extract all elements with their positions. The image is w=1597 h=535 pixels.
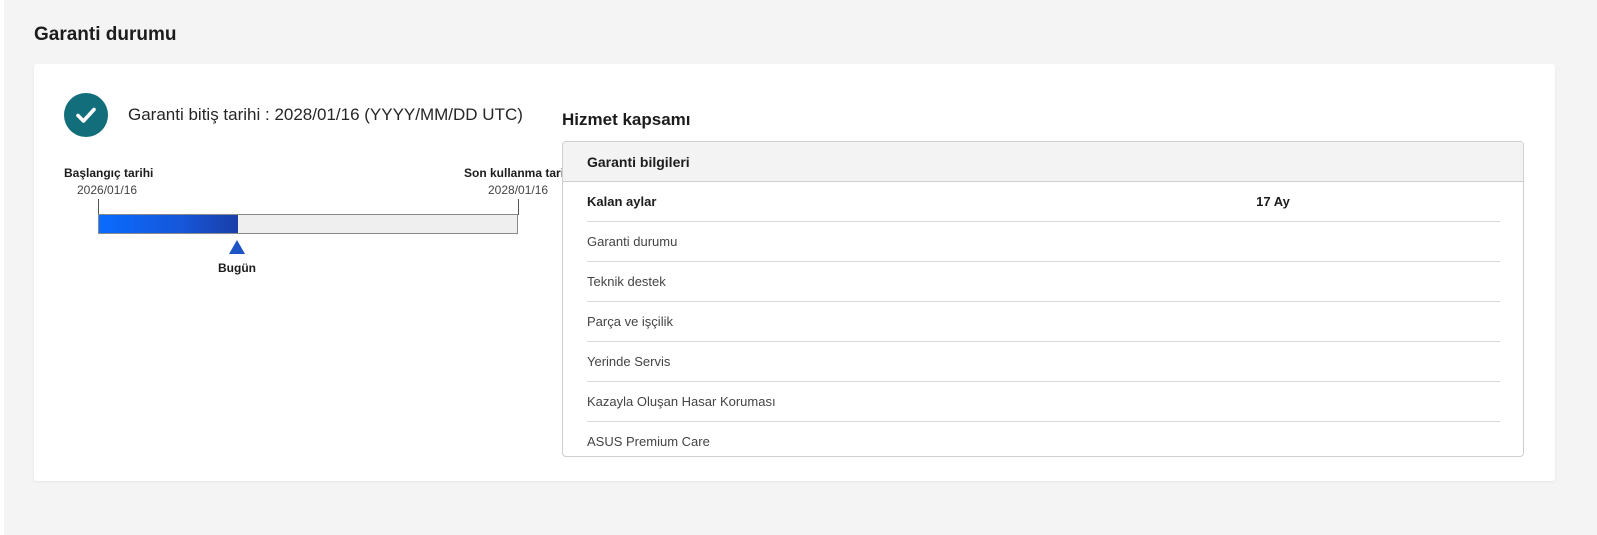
today-marker-icon (229, 240, 245, 254)
coverage-row: Kazayla Oluşan Hasar Koruması (587, 382, 1500, 422)
start-tick (98, 199, 99, 215)
end-date-label: Son kullanma tarihi (464, 166, 562, 180)
coverage-row-label: ASUS Premium Care (587, 434, 710, 449)
coverage-row: Yerinde Servis (587, 342, 1500, 382)
end-tick (518, 199, 519, 215)
coverage-row-label: Kalan aylar (587, 194, 657, 209)
check-circle-icon (64, 93, 108, 137)
remaining-months-value: 17 Ay (1256, 194, 1290, 209)
coverage-row-label: Yerinde Servis (587, 354, 671, 369)
start-date-label: Başlangıç tarihi (64, 166, 154, 180)
start-date-value: 2026/01/16 (77, 183, 138, 197)
coverage-title: Hizmet kapsamı (562, 110, 691, 129)
coverage-row-label: Garanti durumu (587, 234, 678, 249)
coverage-row: Parça ve işçilik (587, 302, 1500, 342)
coverage-row: ASUS Premium Care (587, 422, 1500, 456)
today-label: Bugün (218, 261, 256, 275)
coverage-table: Garanti bilgileri Kalan aylar 17 Ay Garant… (562, 141, 1524, 457)
coverage-row-label: Teknik destek (587, 274, 666, 289)
coverage-row: Garanti durumu (587, 222, 1500, 262)
warranty-card: Garanti bitiş tarihi : 2028/01/16 (YYYY/… (34, 64, 1555, 481)
end-date-value: 2028/01/16 (488, 183, 549, 197)
warranty-progress-bar (98, 214, 518, 234)
warranty-progress-fill (99, 215, 238, 233)
coverage-rows: Kalan aylar 17 Ay Garanti durumu Teknik des… (563, 182, 1523, 456)
coverage-row-label: Parça ve işçilik (587, 314, 673, 329)
left-edge-strip (0, 0, 4, 535)
section-title: Garanti durumu (34, 24, 177, 45)
coverage-table-header: Garanti bilgileri (563, 142, 1523, 182)
coverage-row-label: Kazayla Oluşan Hasar Koruması (587, 394, 776, 409)
warranty-timeline: Garanti bitiş tarihi : 2028/01/16 (YYYY/… (34, 64, 562, 481)
warranty-expiry-text: Garanti bitiş tarihi : 2028/01/16 (YYYY/… (128, 105, 523, 124)
coverage-row: Teknik destek (587, 262, 1500, 302)
coverage-row: Kalan aylar 17 Ay (587, 182, 1500, 222)
